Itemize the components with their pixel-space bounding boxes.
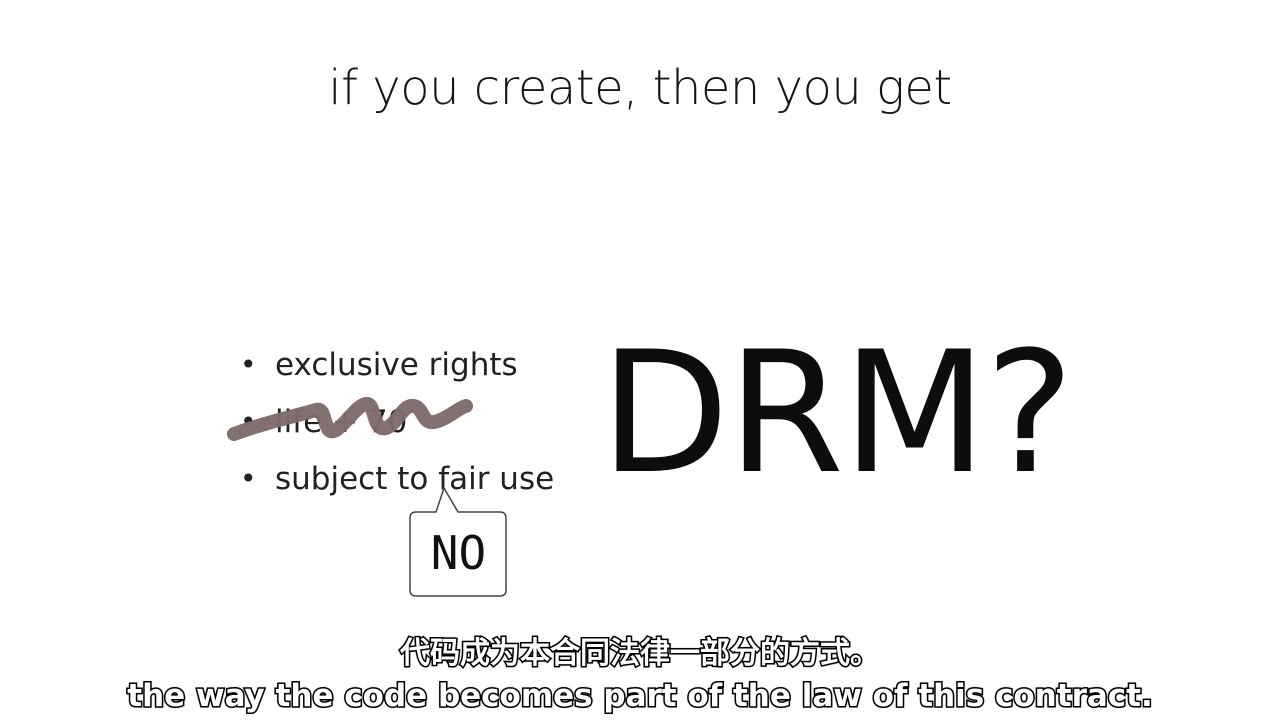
drm-headline: DRM? bbox=[600, 315, 1074, 511]
bullet-text: exclusive rights bbox=[275, 346, 518, 383]
bullet-dot-icon: • bbox=[240, 461, 257, 495]
bullet-dot-icon: • bbox=[240, 347, 257, 381]
subtitle-english: the way the code becomes part of the law… bbox=[126, 677, 1155, 716]
slide-title: if you create, then you get bbox=[328, 60, 952, 116]
strike-scribble bbox=[227, 397, 473, 441]
presentation-slide: if you create, then you get • exclusive … bbox=[0, 0, 1280, 720]
subtitle-chinese: 代码成为本合同法律一部分的方式。 bbox=[399, 635, 882, 673]
callout-no-text: NO bbox=[430, 526, 487, 580]
bullet-item-exclusive-rights: • exclusive rights bbox=[240, 336, 600, 393]
